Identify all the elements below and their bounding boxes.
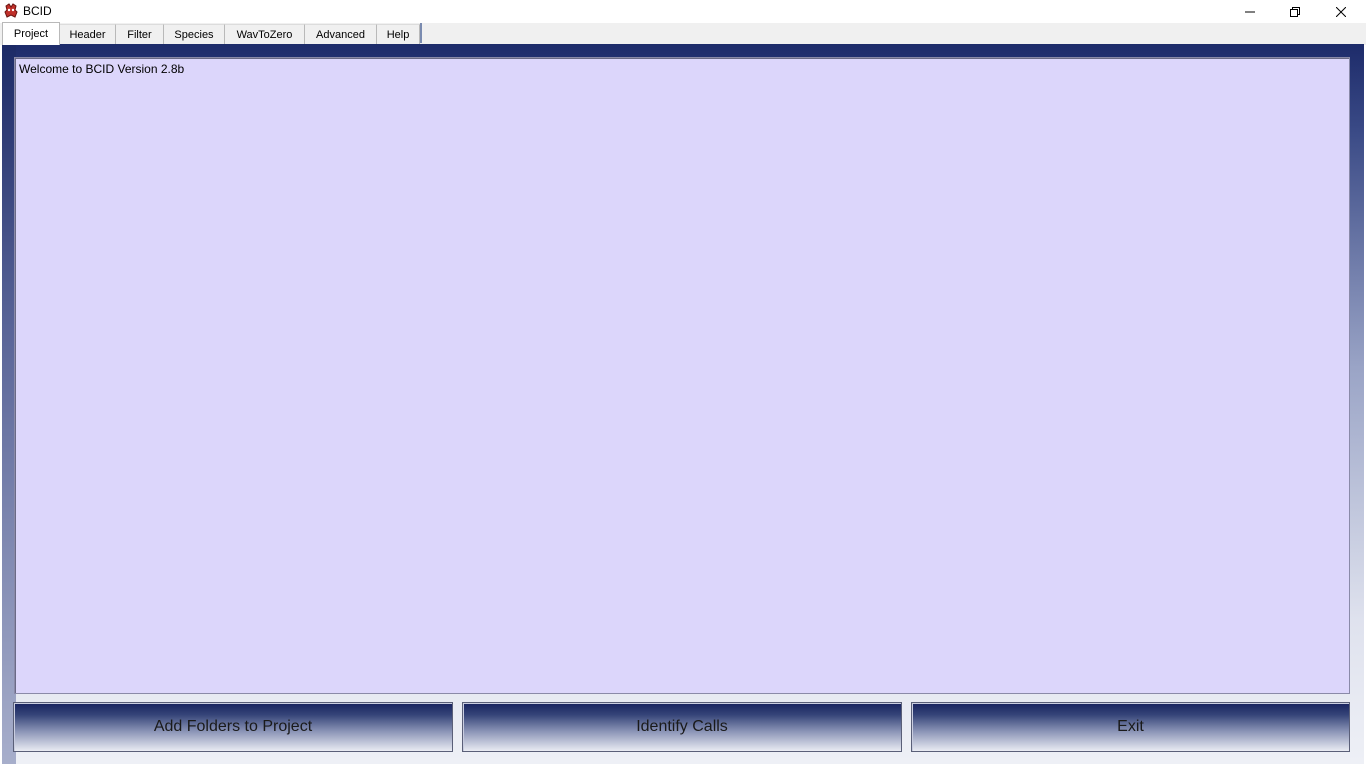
tab-filter[interactable]: Filter (116, 24, 164, 45)
bcid-app-icon[interactable] (3, 3, 19, 19)
title-bar: BCID (0, 0, 1366, 23)
tab-label: Help (386, 29, 410, 41)
tab-strip-edge (420, 23, 422, 43)
close-icon (1336, 6, 1346, 17)
log-welcome-text: Welcome to BCID Version 2.8b (19, 62, 185, 76)
tab-label: Project (13, 28, 49, 40)
close-button[interactable] (1318, 0, 1364, 23)
tab-label: Header (69, 29, 106, 41)
tab-label: WavToZero (236, 29, 293, 41)
tab-label: Filter (127, 29, 152, 41)
add-folders-label: Add Folders to Project (153, 718, 313, 735)
tab-strip: Project Header Filter Species WavToZero … (0, 22, 1366, 45)
tab-label: Advanced (316, 29, 365, 41)
identify-calls-button[interactable]: Identify Calls (462, 702, 902, 752)
add-folders-button[interactable]: Add Folders to Project (13, 702, 453, 752)
tab-label: Species (174, 29, 214, 41)
restore-icon (1290, 6, 1300, 17)
tab-advanced[interactable]: Advanced (305, 24, 377, 45)
minimize-icon (1245, 11, 1255, 12)
minimize-button[interactable] (1227, 0, 1273, 23)
identify-calls-label: Identify Calls (636, 718, 728, 735)
exit-button[interactable]: Exit (911, 702, 1350, 752)
window-title: BCID (23, 4, 52, 18)
tab-help[interactable]: Help (377, 24, 420, 45)
tab-project[interactable]: Project (2, 22, 60, 45)
log-output-area[interactable]: Welcome to BCID Version 2.8b (14, 57, 1350, 694)
exit-label: Exit (1117, 718, 1144, 735)
tab-header[interactable]: Header (60, 24, 116, 45)
tab-species[interactable]: Species (164, 24, 225, 45)
bcid-window: BCID Project Header Filter Species WavTo… (0, 0, 1366, 768)
tab-wavtozero[interactable]: WavToZero (225, 24, 305, 45)
restore-button[interactable] (1272, 0, 1318, 23)
